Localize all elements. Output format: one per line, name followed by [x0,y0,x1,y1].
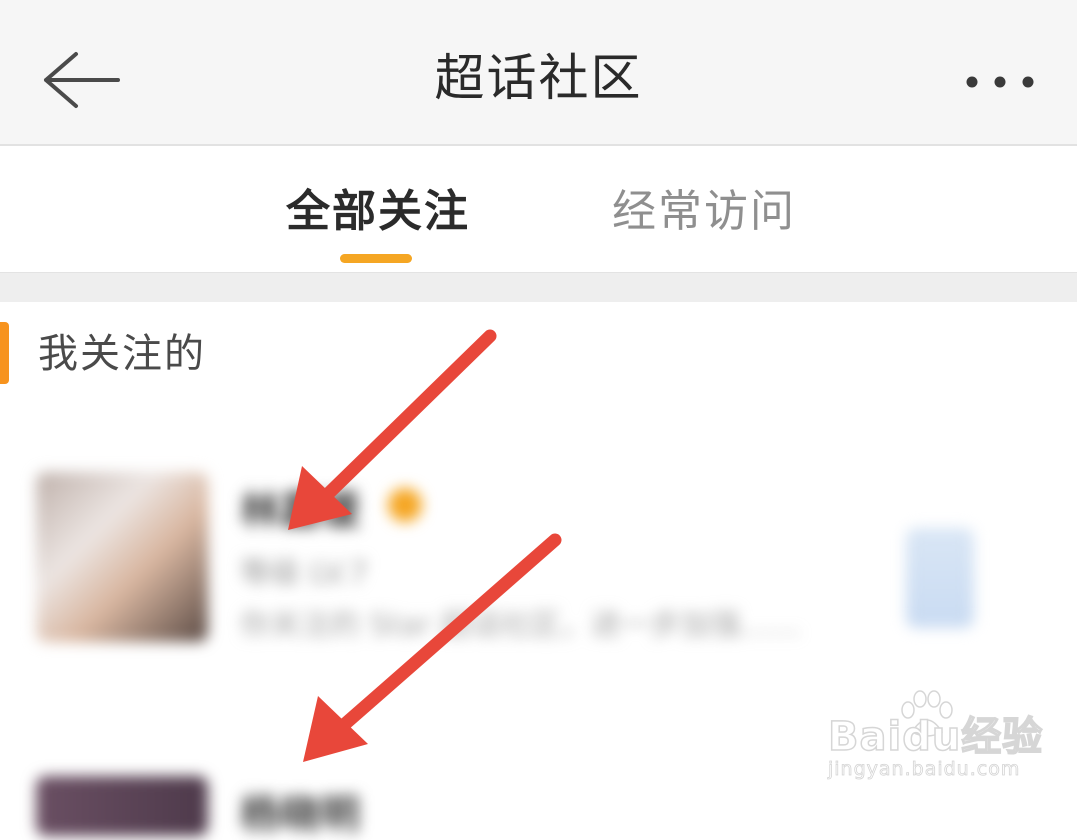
avatar[interactable] [36,776,208,836]
section-marker [0,322,9,384]
verified-badge-icon [388,488,422,522]
more-horizontal-icon[interactable] [958,68,1042,96]
tab-bar: 全部关注 经常访问 [0,146,1077,272]
list-item-description: 你关注的 Star 超话社区，进一步加强…… [240,608,801,643]
top-navigation-bar: 超话社区 [0,0,1077,146]
section-divider [0,272,1077,302]
active-tab-indicator [340,254,412,263]
baidu-jingyan-watermark: Baidu经验 jingyan.baidu.com [824,690,1054,800]
avatar[interactable] [36,472,208,642]
tab-frequently-visited[interactable]: 经常访问 [612,184,796,240]
tab-all-following[interactable]: 全部关注 [286,184,470,240]
page-title: 超话社区 [434,49,643,107]
check-in-button[interactable] [906,528,974,628]
watermark-brand: Baidu经验 [827,713,1044,761]
list-item-meta: 等级 LV.7 [240,556,369,591]
list-item-name: 杨晓明 [240,792,360,838]
section-title: 我关注的 [38,331,206,377]
list-item-name: 林嘉瑗 [240,488,360,534]
watermark-url: jingyan.baidu.com [828,758,1021,781]
